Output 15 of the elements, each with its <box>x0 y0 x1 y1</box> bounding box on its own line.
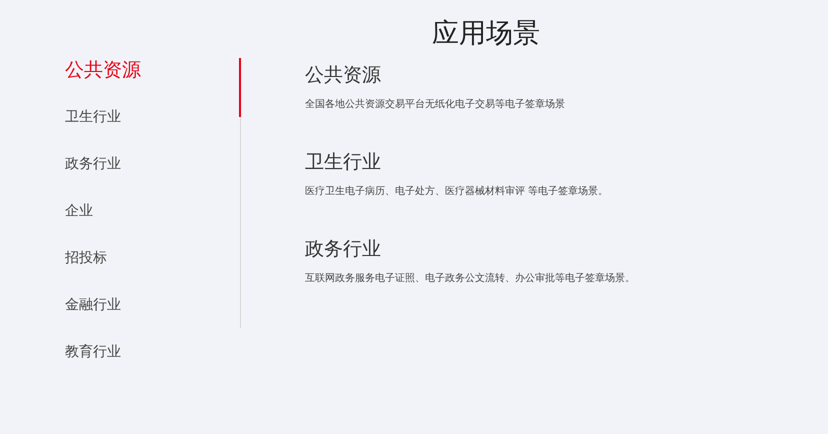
section-description: 全国各地公共资源交易平台无纸化电子交易等电子签章场景 <box>305 98 565 112</box>
section-heading: 卫生行业 <box>305 150 381 175</box>
sidebar-item[interactable]: 公共资源 <box>65 58 141 105</box>
section-description: 互联网政务服务电子证照、电子政务公文流转、办公审批等电子签章场景。 <box>305 272 635 286</box>
sidebar-item[interactable]: 金融行业 <box>65 293 121 340</box>
section-heading: 政务行业 <box>305 237 381 262</box>
sidebar-item[interactable]: 教育行业 <box>65 340 121 387</box>
sidebar-item[interactable]: 招投标 <box>65 246 107 293</box>
sidebar-item[interactable]: 政务行业 <box>65 152 121 199</box>
active-indicator <box>239 58 241 117</box>
page-title: 应用场景 <box>432 17 540 51</box>
sidebar-item[interactable]: 企业 <box>65 199 93 246</box>
section-description: 医疗卫生电子病历、电子处方、医疗器械材料审评 等电子签章场景。 <box>305 185 608 199</box>
section-heading: 公共资源 <box>305 63 381 88</box>
sidebar-item[interactable]: 卫生行业 <box>65 105 121 152</box>
